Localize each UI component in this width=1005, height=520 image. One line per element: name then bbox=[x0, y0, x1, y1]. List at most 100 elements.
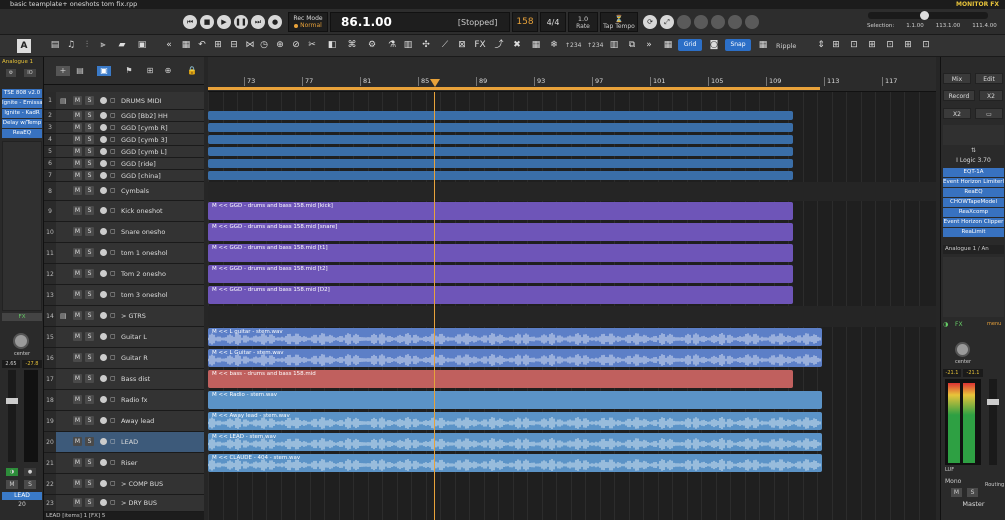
sidebar-pan-knob[interactable] bbox=[13, 333, 29, 349]
record-arm-icon[interactable] bbox=[100, 123, 107, 131]
mute-button[interactable]: M bbox=[73, 206, 82, 215]
mixer-icon[interactable]: ⫶ bbox=[81, 39, 93, 51]
media-item[interactable]: M << L Guitar - stem.wav bbox=[208, 349, 822, 367]
track-env-icon[interactable]: ▢ bbox=[110, 417, 116, 424]
track-env-icon[interactable]: ▢ bbox=[110, 312, 116, 319]
master-track-name[interactable]: Analogue 1 / An bbox=[943, 245, 1004, 254]
track-env-icon[interactable]: ▢ bbox=[110, 124, 116, 131]
record-arm-icon[interactable] bbox=[100, 499, 107, 506]
undo-icon[interactable]: ↶ bbox=[196, 39, 208, 51]
track-name[interactable]: Bass dist bbox=[121, 375, 150, 383]
track-name[interactable]: tom 3 oneshol bbox=[121, 291, 168, 299]
sidebar-fx-toggle[interactable]: FX bbox=[2, 313, 42, 321]
media-item[interactable]: M << Radio - stem.wav bbox=[208, 391, 822, 409]
track-env-icon[interactable]: ▢ bbox=[110, 207, 116, 214]
solo-button[interactable]: S bbox=[85, 122, 94, 132]
mute-button[interactable]: M bbox=[73, 248, 82, 257]
time-selection-bar[interactable] bbox=[208, 87, 820, 90]
track-name[interactable]: > COMP BUS bbox=[121, 480, 163, 488]
solo-button[interactable]: S bbox=[85, 332, 94, 341]
track-env-icon[interactable]: ▢ bbox=[110, 270, 116, 277]
track-name[interactable]: Cymbals bbox=[121, 187, 149, 195]
track-env-icon[interactable]: ▢ bbox=[110, 97, 116, 104]
mute-button[interactable]: M bbox=[73, 458, 82, 467]
track-env-icon[interactable]: ▢ bbox=[110, 499, 116, 506]
record-arm-icon[interactable] bbox=[100, 159, 107, 167]
track-name[interactable]: GGD [china] bbox=[121, 172, 161, 180]
record-arm-icon[interactable] bbox=[100, 291, 107, 298]
grid-icon[interactable]: ▦ bbox=[662, 39, 674, 51]
expand-icon[interactable]: » bbox=[643, 39, 655, 51]
track-row[interactable]: 13 M S ▢ tom 3 oneshol bbox=[44, 285, 204, 306]
sidebar-fx-4[interactable]: Delay w/Temp bbox=[2, 119, 42, 128]
camera-icon[interactable]: ◙ bbox=[708, 39, 720, 51]
mute-button[interactable]: M bbox=[73, 498, 82, 507]
record-arm-icon[interactable] bbox=[100, 438, 107, 445]
arrange-view[interactable]: M << GGD - drums and bass 158.mid [kick]… bbox=[208, 92, 936, 520]
sidebar-rec-arm-icon[interactable]: ● bbox=[24, 468, 36, 476]
track-row[interactable]: 2 M S ▢ GGD [Bb2] HH bbox=[44, 110, 204, 122]
tool-icon-5[interactable]: ⊘ bbox=[290, 39, 302, 51]
record-arm-icon[interactable] bbox=[100, 459, 107, 466]
empty-lane[interactable] bbox=[208, 182, 936, 201]
midi-note-icon[interactable]: ♫ bbox=[65, 39, 77, 51]
split-icon[interactable]: ▤ bbox=[49, 39, 61, 51]
track-row[interactable]: 21 M S ▢ Riser bbox=[44, 453, 204, 474]
solo-button[interactable]: S bbox=[85, 170, 94, 180]
track-env-icon[interactable]: ▢ bbox=[110, 172, 116, 179]
media-item[interactable]: M << LEAD - stem.wav bbox=[208, 433, 822, 451]
track-view-icon[interactable]: ▣ bbox=[97, 66, 111, 76]
track-name[interactable]: Radio fx bbox=[121, 396, 147, 404]
track-env-icon[interactable]: ▢ bbox=[110, 112, 116, 119]
x2-button-1[interactable]: X2 bbox=[979, 90, 1003, 101]
solo-button[interactable]: S bbox=[85, 311, 94, 320]
tool-icon-14[interactable]: ⤴ bbox=[493, 39, 505, 51]
mute-button[interactable]: M bbox=[73, 122, 82, 132]
forward-button[interactable]: ⏭ bbox=[251, 15, 265, 29]
track-row[interactable]: 4 M S ▢ GGD [cymb 3] bbox=[44, 134, 204, 146]
monitor-button[interactable]: ▭ bbox=[975, 108, 1003, 119]
grid-button[interactable]: Grid bbox=[678, 39, 702, 51]
track-row[interactable]: 14 ▤ M S ▢ > GTRS bbox=[44, 306, 204, 327]
track-name[interactable]: > GTRS bbox=[121, 312, 146, 320]
solo-button[interactable]: S bbox=[85, 479, 94, 488]
solo-button[interactable]: S bbox=[85, 95, 94, 105]
track-name[interactable]: Kick oneshot bbox=[121, 207, 163, 215]
track-row[interactable]: 23 M S ▢ > DRY BUS bbox=[44, 495, 204, 512]
track-row[interactable]: 10 M S ▢ Snare onesho bbox=[44, 222, 204, 243]
track-env-icon[interactable]: ▢ bbox=[110, 459, 116, 466]
media-item[interactable]: M << Away lead - stem.wav bbox=[208, 412, 822, 430]
tool-icon-2[interactable]: ⊟ bbox=[228, 39, 240, 51]
solo-button[interactable]: S bbox=[85, 269, 94, 278]
sidebar-volume-fader[interactable] bbox=[6, 370, 18, 462]
track-name[interactable]: Away lead bbox=[121, 417, 154, 425]
playhead-marker-icon[interactable] bbox=[430, 79, 440, 87]
transport-extra-1[interactable] bbox=[677, 15, 691, 29]
media-item[interactable]: M << GGD - drums and bass 158.mid [t2] bbox=[208, 265, 793, 283]
track-env-icon[interactable]: ▢ bbox=[110, 396, 116, 403]
time-display[interactable]: 86.1.00 [Stopped] bbox=[330, 12, 510, 32]
solo-button[interactable]: S bbox=[85, 158, 94, 168]
solo-button[interactable]: S bbox=[85, 227, 94, 236]
track-row[interactable]: 12 M S ▢ Tom 2 onesho bbox=[44, 264, 204, 285]
track-folder-icon[interactable]: ⊞ bbox=[143, 66, 157, 76]
ripple-dropdown-icon[interactable]: ⇕ bbox=[815, 39, 827, 51]
track-name[interactable]: Guitar R bbox=[121, 354, 148, 362]
mute-button[interactable]: M bbox=[73, 311, 82, 320]
master-mute-button[interactable]: M bbox=[951, 488, 962, 497]
pause-button[interactable]: ❚❚ bbox=[234, 15, 248, 29]
mute-button[interactable]: M bbox=[73, 479, 82, 488]
tool-icon-11[interactable]: ✣ bbox=[420, 39, 432, 51]
master-fader-cap[interactable] bbox=[987, 399, 999, 405]
track-row[interactable]: 7 M S ▢ GGD [china] bbox=[44, 170, 204, 182]
mono-button[interactable]: Mono bbox=[945, 478, 961, 485]
sidebar-fx-5[interactable]: ReaEQ bbox=[2, 129, 42, 138]
transport-extra-2[interactable] bbox=[694, 15, 708, 29]
track-name[interactable]: Guitar L bbox=[121, 333, 147, 341]
tool-icon-6[interactable]: ✂ bbox=[306, 39, 318, 51]
record-arm-icon[interactable] bbox=[100, 147, 107, 155]
transport-extra-3[interactable] bbox=[711, 15, 725, 29]
track-env-icon[interactable]: ▢ bbox=[110, 136, 116, 143]
track-list-icon[interactable]: ▤ bbox=[74, 66, 86, 76]
bpm-display[interactable]: 158 bbox=[512, 12, 538, 32]
